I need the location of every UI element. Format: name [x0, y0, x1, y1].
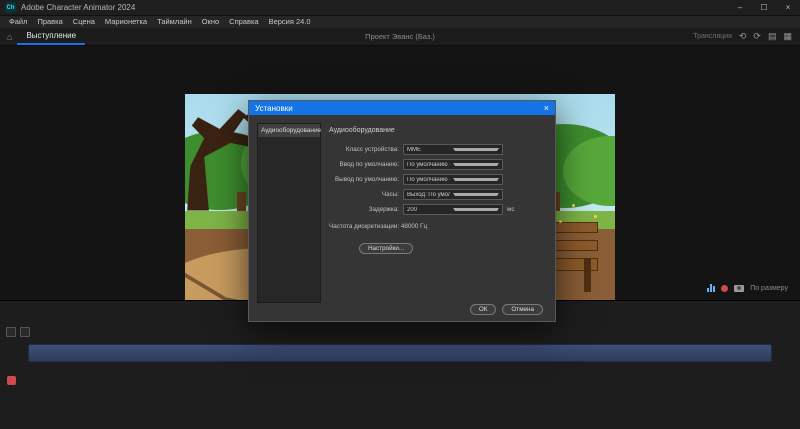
workspace-tab-bar: ⌂ Выступление Проект Эванс (Баз.) Трансл…	[0, 28, 800, 46]
project-title: Проект Эванс (Баз.)	[365, 32, 435, 41]
chevron-down-icon	[452, 193, 499, 196]
maximize-icon[interactable]: ☐	[752, 0, 776, 15]
menu-version: Версия 24.0	[268, 17, 311, 26]
redo-icon[interactable]: ⟳	[753, 32, 761, 41]
menu-file[interactable]: Файл	[4, 16, 32, 28]
tabbar-right-cluster: Трансляция ⟲ ⟳ ▤ ▦	[693, 28, 792, 45]
zoom-fit-dropdown[interactable]: По размеру	[750, 285, 788, 292]
section-heading: Аудиооборудование	[329, 127, 395, 134]
app-window: Ch Adobe Character Animator 2024 – ☐ × Ф…	[0, 0, 800, 429]
stream-label: Трансляция	[693, 33, 732, 40]
clock-select[interactable]: Выход: По умолчанию - Динамики (Realtek …	[403, 189, 503, 200]
flower	[559, 219, 563, 223]
timeline-take-bar[interactable]	[28, 344, 772, 362]
panel-icon[interactable]: ▤	[768, 32, 777, 41]
default-input-row: Ввод по умолчанию: По умолчанию - Микроф…	[329, 159, 547, 170]
latency-label: Задержка:	[368, 206, 399, 213]
cancel-button[interactable]: Отмена	[502, 304, 543, 315]
device-class-row: Класс устройства: MME	[329, 144, 547, 155]
dialog-footer: ОК Отмена	[469, 304, 543, 315]
chevron-down-icon	[452, 163, 499, 166]
device-class-label: Класс устройства:	[345, 146, 399, 153]
undo-icon[interactable]: ⟲	[739, 32, 747, 41]
preferences-dialog: Установки × Аудиооборудование Аудиообору…	[248, 100, 556, 322]
chevron-down-icon	[452, 178, 499, 181]
menu-scene[interactable]: Сцена	[68, 16, 100, 28]
latency-row: Задержка: 200 мс	[329, 204, 547, 215]
tab-performance[interactable]: Выступление	[17, 28, 86, 45]
flower	[593, 215, 597, 219]
dialog-titlebar[interactable]: Установки ×	[249, 101, 555, 115]
window-controls: – ☐ ×	[728, 0, 800, 15]
clock-row: Часы: Выход: По умолчанию - Динамики (Re…	[329, 189, 547, 200]
chevron-down-icon	[452, 148, 499, 151]
timeline-toolbar	[6, 327, 30, 337]
latency-select[interactable]: 200	[403, 204, 503, 215]
menu-edit[interactable]: Правка	[32, 16, 67, 28]
clock-label: Часы:	[381, 191, 399, 198]
mic-toggle-icon[interactable]	[6, 327, 16, 337]
sample-rate-label: Частота дискретизации: 48000 Гц	[329, 223, 428, 230]
dialog-title: Установки	[255, 103, 293, 113]
menu-bar: Файл Правка Сцена Марионетка Таймлайн Ок…	[0, 16, 800, 28]
scene-tools: По размеру	[707, 284, 788, 292]
menu-puppet[interactable]: Марионетка	[100, 16, 152, 28]
camera-toggle-icon[interactable]	[20, 327, 30, 337]
flower	[572, 203, 575, 207]
sidebar-item-audio-hardware[interactable]: Аудиооборудование	[258, 124, 321, 137]
camera-icon[interactable]	[734, 284, 745, 292]
home-icon[interactable]: ⌂	[0, 32, 17, 42]
window-title: Adobe Character Animator 2024	[21, 3, 136, 12]
ok-button[interactable]: ОК	[469, 304, 497, 315]
default-input-label: Ввод по умолчанию:	[339, 161, 399, 168]
default-output-row: Вывод по умолчанию: По умолчанию - Динам…	[329, 174, 547, 185]
menu-window[interactable]: Окно	[197, 16, 224, 28]
default-output-select[interactable]: По умолчанию - Динамики (Realtek High De…	[403, 174, 503, 185]
chevron-down-icon	[452, 208, 499, 211]
record-indicator-icon[interactable]	[7, 376, 16, 385]
close-icon[interactable]: ×	[776, 0, 800, 15]
latency-unit-label: мс	[507, 206, 515, 213]
dialog-content: Аудиооборудование Класс устройства: MME …	[329, 123, 547, 255]
app-logo-icon: Ch	[5, 2, 16, 13]
minimize-icon[interactable]: –	[728, 0, 752, 15]
audio-meter-icon	[707, 284, 716, 292]
title-bar: Ch Adobe Character Animator 2024 – ☐ ×	[0, 0, 800, 16]
menu-help[interactable]: Справка	[224, 16, 263, 28]
dialog-close-icon[interactable]: ×	[544, 103, 549, 113]
dialog-sidebar: Аудиооборудование	[257, 123, 321, 303]
device-class-select[interactable]: MME	[403, 144, 503, 155]
default-output-label: Вывод по умолчанию:	[334, 176, 399, 183]
asio-settings-button[interactable]: Настройки...	[359, 243, 414, 254]
default-input-select[interactable]: По умолчанию - Микрофон (Realtek High De…	[403, 159, 503, 170]
menu-timeline[interactable]: Таймлайн	[152, 16, 197, 28]
workspace-layout-icon[interactable]: ▦	[783, 32, 792, 41]
record-icon[interactable]	[721, 284, 729, 292]
